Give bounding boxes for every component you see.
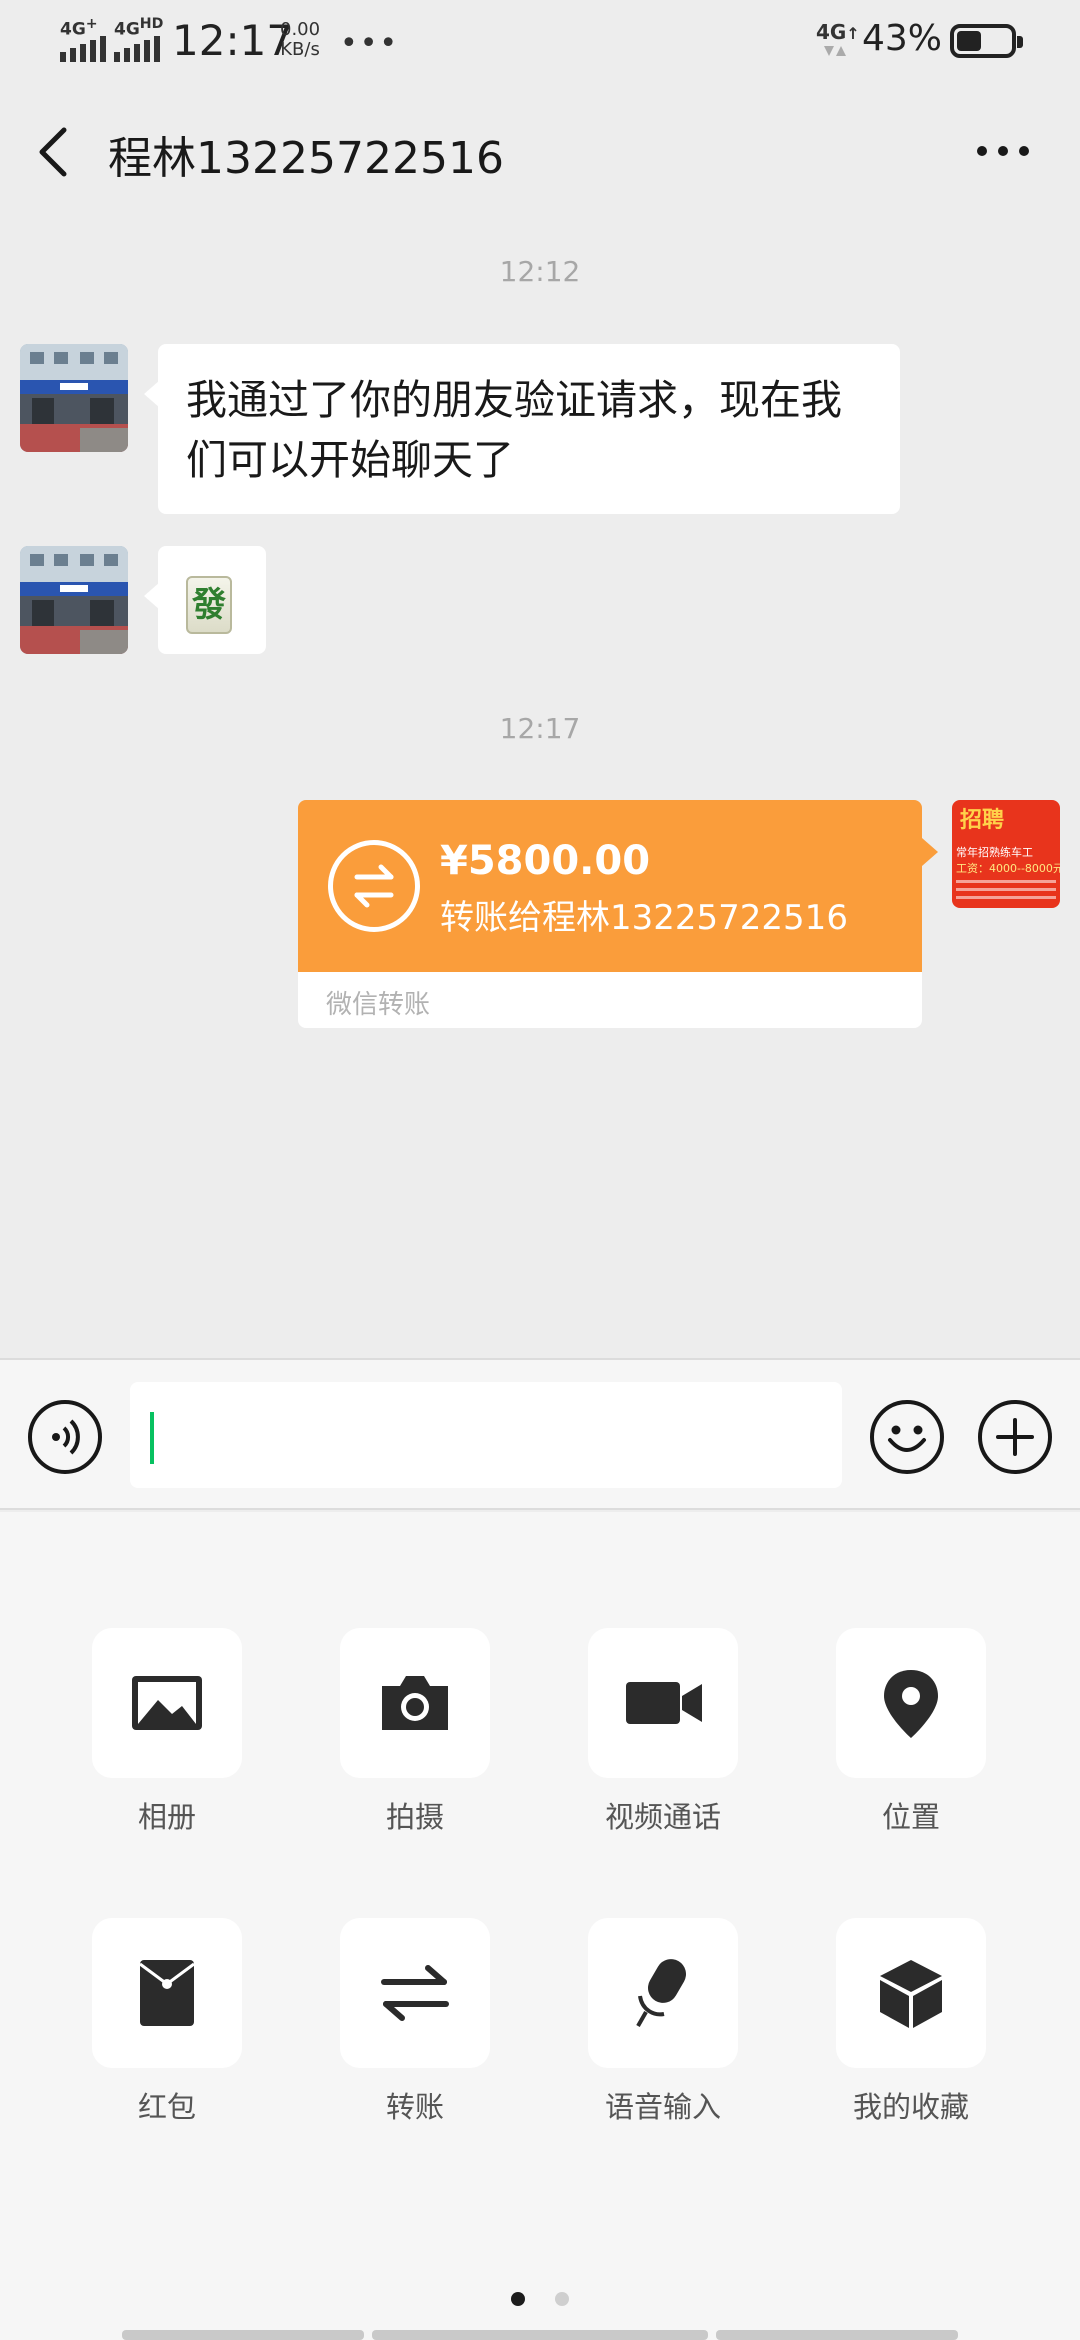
battery-percent: 43% bbox=[862, 18, 943, 59]
text-caret bbox=[150, 1412, 154, 1464]
network-speed-value: 0.00 bbox=[280, 19, 321, 40]
page-indicator-dot bbox=[555, 2292, 569, 2306]
avatar-line: 工资：4000--8000元 bbox=[956, 862, 1060, 875]
transfer-icon bbox=[328, 840, 420, 932]
location-pin-icon bbox=[884, 1670, 938, 1738]
back-button[interactable] bbox=[30, 122, 80, 182]
transfer-message-card[interactable]: ¥5800.00 转账给程林13225722516 微信转账 bbox=[298, 800, 938, 1028]
photo-album-icon bbox=[132, 1676, 202, 1730]
plus-circle-icon bbox=[996, 1418, 1034, 1456]
avatar-line: 常年招熟练车工 bbox=[956, 846, 1033, 859]
nav-strip bbox=[372, 2330, 708, 2340]
transfer-icon bbox=[381, 1965, 449, 2021]
status-more-dots: ••• bbox=[340, 26, 400, 61]
voice-input-label: 语音输入 bbox=[604, 2090, 721, 2124]
signal-bars-icon bbox=[60, 36, 106, 62]
status-time: 12:17 bbox=[172, 16, 294, 65]
voice-input-button[interactable] bbox=[588, 1918, 738, 2068]
emoji-icon bbox=[888, 1425, 926, 1452]
storefront-avatar-image bbox=[20, 546, 128, 654]
nav-strip bbox=[716, 2330, 958, 2340]
function-panel: 相册 拍摄 视频通话 位置 红包 转账 语音输入 我的收藏 bbox=[0, 1512, 1080, 2340]
more-options-button[interactable] bbox=[968, 136, 1038, 166]
network-type-label: 4G bbox=[816, 20, 847, 44]
album-label: 相册 bbox=[137, 1800, 196, 1834]
camera-icon bbox=[382, 1676, 448, 1730]
favorites-label: 我的收藏 bbox=[852, 2090, 969, 2124]
camera-label: 拍摄 bbox=[385, 1800, 444, 1834]
status-bar: 4G+ 4GHD 12:17 0.00 KB/s ••• 4G↑ 43% bbox=[0, 0, 1080, 80]
video-call-label: 视频通话 bbox=[604, 1800, 721, 1834]
video-call-icon bbox=[626, 1682, 702, 1724]
transfer-description: 转账给程林13225722516 bbox=[440, 898, 848, 938]
voice-button[interactable] bbox=[28, 1400, 102, 1474]
data-activity-icon bbox=[824, 46, 846, 56]
storefront-avatar-image bbox=[20, 344, 128, 452]
emoji-message-bubble[interactable]: 發 bbox=[144, 546, 266, 654]
microphone-icon bbox=[636, 1959, 686, 2027]
more-horizontal-icon bbox=[977, 146, 1029, 156]
chat-timestamp: 12:12 bbox=[499, 255, 581, 288]
battery-icon bbox=[950, 24, 1023, 58]
chat-title: 程林13225722516 bbox=[108, 133, 504, 184]
transfer-amount: ¥5800.00 bbox=[440, 838, 651, 884]
camera-button[interactable] bbox=[340, 1628, 490, 1778]
red-packet-button[interactable] bbox=[92, 1918, 242, 2068]
nav-strip bbox=[122, 2330, 364, 2340]
favorites-box-icon bbox=[880, 1960, 942, 2028]
avatar-heading: 招聘 bbox=[960, 808, 1005, 833]
page-indicator-dot-active bbox=[511, 2292, 525, 2306]
network-speed-unit: KB/s bbox=[280, 39, 320, 60]
message-input-bar bbox=[0, 1358, 1080, 1510]
battery-fill bbox=[957, 31, 981, 51]
message-text-input[interactable] bbox=[130, 1382, 842, 1488]
signal-bars-icon bbox=[114, 36, 160, 62]
chevron-left-icon bbox=[39, 127, 67, 177]
favorites-button[interactable] bbox=[836, 1918, 986, 2068]
network-type: 4G↑ bbox=[816, 20, 860, 56]
message-text: 我通过了你的朋友验证请求，现在我们可以开始聊天了 bbox=[186, 376, 842, 484]
emoji-button[interactable] bbox=[870, 1400, 944, 1474]
transfer-footer-label: 微信转账 bbox=[326, 990, 431, 1020]
message-bubble-received[interactable]: 我通过了你的朋友验证请求，现在我们可以开始聊天了 bbox=[144, 344, 900, 514]
album-button[interactable] bbox=[92, 1628, 242, 1778]
transfer-label: 转账 bbox=[385, 2090, 444, 2124]
more-functions-button[interactable] bbox=[978, 1400, 1052, 1474]
contact-avatar[interactable] bbox=[20, 546, 128, 654]
video-call-button[interactable] bbox=[588, 1628, 738, 1778]
chat-header: 程林13225722516 bbox=[0, 96, 1080, 206]
chat-timestamp: 12:17 bbox=[499, 712, 581, 745]
mahjong-fa-emoji: 發 bbox=[186, 576, 232, 634]
transfer-button[interactable] bbox=[340, 1918, 490, 2068]
self-avatar[interactable]: 招聘 常年招熟练车工 工资：4000--8000元 bbox=[952, 800, 1060, 908]
location-label: 位置 bbox=[881, 1800, 940, 1834]
red-packet-label: 红包 bbox=[137, 2090, 196, 2124]
voice-icon bbox=[52, 1419, 80, 1455]
network-speed: 0.00 KB/s bbox=[280, 20, 320, 60]
location-button[interactable] bbox=[836, 1628, 986, 1778]
red-packet-icon bbox=[139, 1960, 195, 2026]
contact-avatar[interactable] bbox=[20, 344, 128, 452]
